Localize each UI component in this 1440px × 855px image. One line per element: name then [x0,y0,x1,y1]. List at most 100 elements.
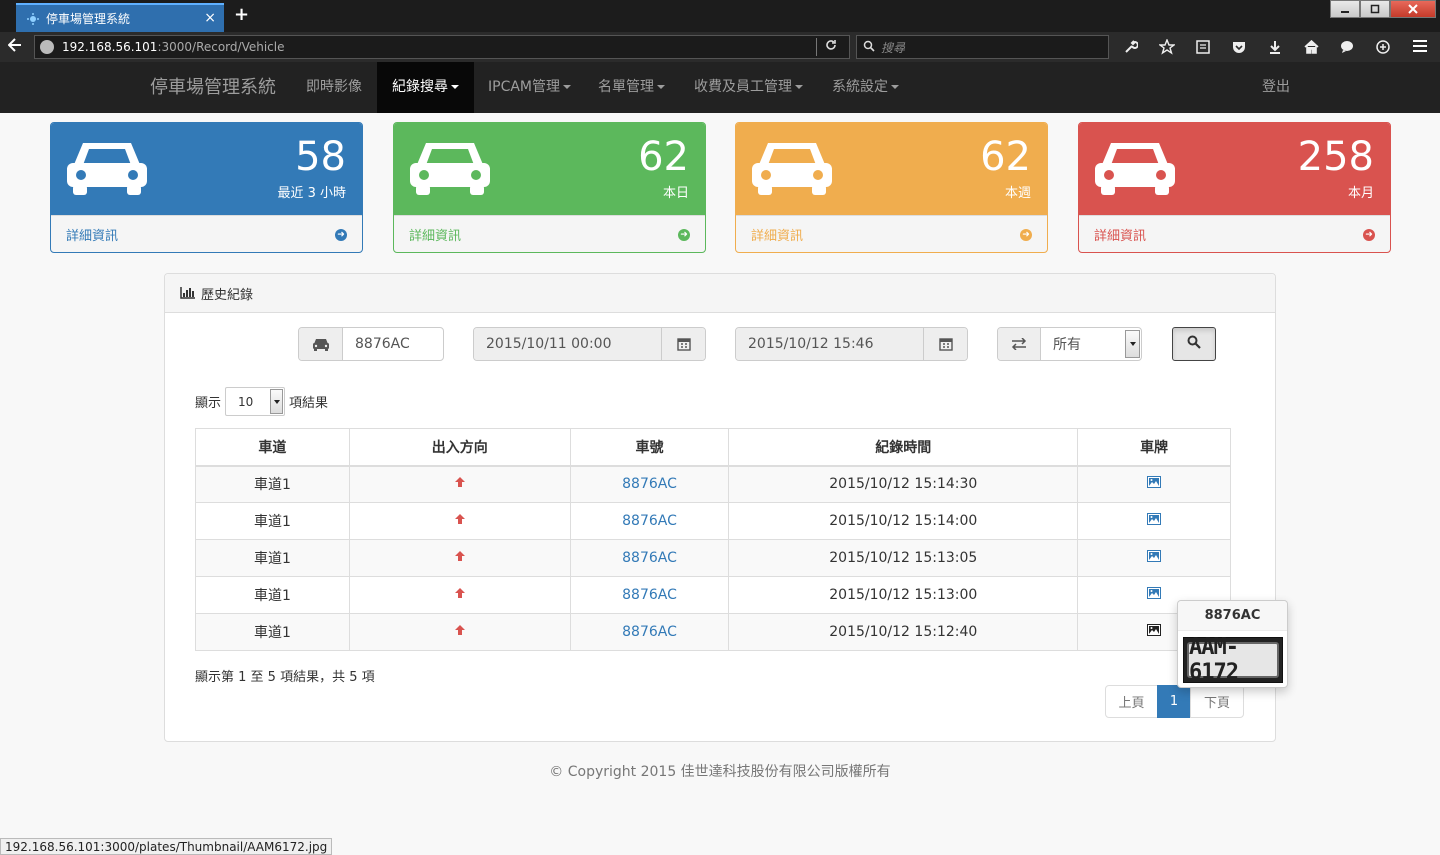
home-icon[interactable] [1300,37,1322,57]
picture-icon[interactable] [1147,513,1162,525]
pocket-icon[interactable] [1228,37,1250,57]
plate-link[interactable]: 8876AC [622,624,677,640]
magnifier-icon [863,40,875,55]
window-close-button[interactable] [1390,0,1436,18]
nav-label: 名單管理 [598,79,654,95]
table-row: 車道1 8876AC 2015/10/12 15:14:00 [195,502,1231,540]
tab-close-icon[interactable]: × [204,10,216,26]
stat-value: 258 [1297,134,1374,180]
calendar-icon[interactable] [661,328,705,360]
direction-cell [348,465,571,503]
length-prefix: 顯示 [195,396,222,411]
stat-details-link[interactable]: 詳細資訊 ➜ [736,215,1047,252]
plate-link[interactable]: 8876AC [622,513,677,529]
browser-search-field[interactable]: 搜尋 [856,35,1109,59]
stat-panel-heading: 58 最近 3 小時 [51,123,362,215]
panel-title: 歷史紀錄 [201,287,254,303]
stat-label: 最近 3 小時 [277,186,346,201]
car-icon [410,133,490,201]
browser-tab[interactable]: 停車場管理系統 × [16,3,224,32]
stat-details-link[interactable]: 詳細資訊 ➜ [51,215,362,252]
nav-fees-staff[interactable]: 收費及員工管理 [679,62,818,113]
col-plate-image[interactable]: 車牌 [1077,428,1231,467]
bookmark-star-icon[interactable] [1156,37,1178,57]
reader-list-icon[interactable] [1192,37,1214,57]
prev-page-button[interactable]: 上頁 [1105,685,1158,718]
col-direction[interactable]: 出入方向 [348,428,571,467]
stat-details-link[interactable]: 詳細資訊 ➜ [394,215,705,252]
image-cell [1077,539,1231,577]
table-row: 車道1 8876AC 2015/10/12 15:12:40 [195,613,1231,651]
plate-link[interactable]: 8876AC [622,587,677,603]
chat-icon[interactable] [1336,37,1358,57]
url-path: :3000/Record/Vehicle [157,40,285,54]
plate-cell: 8876AC [569,502,730,540]
image-cell [1077,502,1231,540]
back-arrow-icon[interactable] [7,37,22,56]
end-datetime-input[interactable]: 2015/10/12 15:46 [736,328,924,360]
download-icon[interactable] [1264,37,1286,57]
car-icon [67,133,147,201]
logout-link[interactable]: 登出 [1262,62,1290,113]
page-1-button[interactable]: 1 [1157,685,1191,718]
circle-arrow-right-icon: ➜ [335,228,347,241]
caret-down-icon [891,85,899,89]
wrench-icon[interactable] [1120,37,1142,57]
direction-select[interactable]: 所有 [1041,328,1125,360]
nav-ipcam[interactable]: IPCAM管理 [473,62,586,113]
search-placeholder: 搜尋 [881,40,906,55]
maximize-button[interactable] [1360,0,1390,18]
details-label: 詳細資訊 [751,229,804,244]
plate-link[interactable]: 8876AC [622,476,677,492]
picture-icon[interactable] [1147,550,1162,562]
stat-details-link[interactable]: 詳細資訊 ➜ [1079,215,1390,252]
reload-icon[interactable] [825,39,837,55]
col-plate-number[interactable]: 車號 [569,428,730,467]
search-icon [1187,335,1201,353]
nav-label: 收費及員工管理 [694,79,792,95]
tab-title: 停車場管理系統 [46,12,131,26]
stat-value: 58 [295,134,346,180]
extension-icon[interactable] [1372,37,1394,57]
col-record-time[interactable]: 紀錄時間 [728,428,1079,467]
new-tab-button[interactable]: + [234,4,249,25]
brand-title[interactable]: 停車場管理系統 [150,62,276,113]
nav-system-settings[interactable]: 系統設定 [817,62,914,113]
picture-icon[interactable] [1147,624,1162,636]
nav-record-search[interactable]: 紀錄搜尋 [377,62,474,113]
plate-cell: 8876AC [569,465,730,503]
circle-arrow-right-icon: ➜ [1363,228,1375,241]
lane-cell: 車道1 [195,576,350,614]
arrow-up-icon [454,476,466,488]
stat-label: 本日 [662,186,689,201]
nav-label: 系統設定 [832,79,888,95]
nav-live-video[interactable]: 即時影像 [291,62,377,113]
length-suffix: 項結果 [289,396,329,411]
plate-number-input[interactable]: 8876AC [343,328,443,360]
calendar-icon[interactable] [923,328,967,360]
nav-label: 紀錄搜尋 [392,79,448,95]
minimize-button[interactable] [1330,0,1360,18]
picture-icon[interactable] [1147,587,1162,599]
table-row: 車道1 8876AC 2015/10/12 15:14:30 [195,465,1231,503]
chevron-down-icon[interactable] [1125,330,1140,358]
plate-thumbnail: AAM-6172 [1183,635,1283,685]
page-length-select[interactable]: 10 [225,387,286,416]
time-cell: 2015/10/12 15:13:05 [728,539,1079,577]
search-button[interactable] [1172,327,1216,361]
plate-link[interactable]: 8876AC [622,550,677,566]
time-cell: 2015/10/12 15:12:40 [728,613,1079,651]
picture-icon[interactable] [1147,476,1162,489]
next-page-button[interactable]: 下頁 [1190,685,1244,718]
toolbar-icons [1120,37,1394,57]
address-bar[interactable]: 192.168.56.101 :3000/Record/Vehicle [34,35,850,59]
caret-down-icon [451,85,459,89]
start-datetime-input[interactable]: 2015/10/11 00:00 [474,328,662,360]
nav-list-management[interactable]: 名單管理 [583,62,680,113]
menu-hamburger-icon[interactable] [1412,37,1428,58]
stat-panel-heading: 62 本日 [394,123,705,215]
col-lane[interactable]: 車道 [195,428,350,467]
details-label: 詳細資訊 [409,229,462,244]
time-cell: 2015/10/12 15:14:30 [728,465,1079,503]
stat-label: 本週 [1004,186,1031,201]
